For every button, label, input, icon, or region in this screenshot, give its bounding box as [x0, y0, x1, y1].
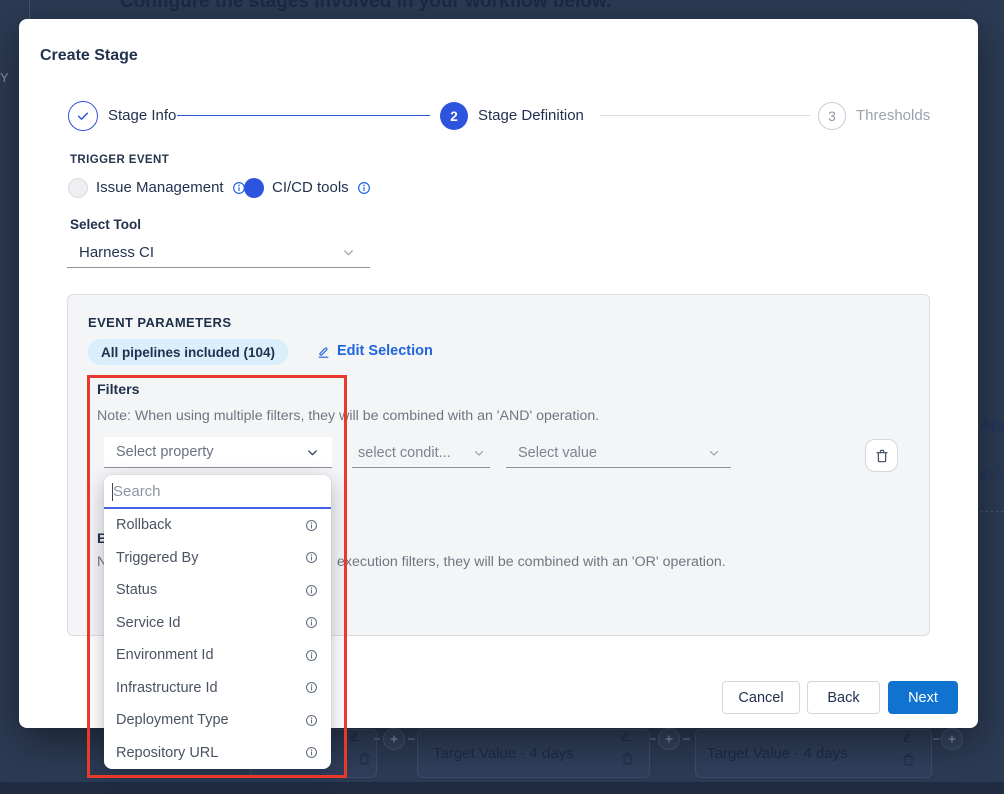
background-right-text-fragment-1: App — [980, 416, 1004, 433]
radio-option-issue-management[interactable]: Issue Management — [68, 178, 246, 198]
stepper-step-thresholds[interactable]: 3 Thresholds — [818, 102, 930, 130]
filter-value-placeholder: Select value — [518, 445, 597, 461]
trash-icon — [357, 751, 372, 766]
stepper-connector — [600, 115, 810, 116]
chevron-down-icon — [341, 245, 356, 260]
trigger-event-label: TRIGGER EVENT — [70, 154, 169, 166]
edit-icon — [348, 730, 360, 742]
stepper-step-stage-definition[interactable]: 2 Stage Definition — [440, 102, 584, 130]
add-stage-button — [383, 728, 405, 750]
add-stage-button — [941, 728, 963, 750]
workflow-connector — [374, 738, 380, 740]
edit-selection-label: Edit Selection — [337, 343, 433, 359]
edit-icon — [619, 730, 631, 742]
pipelines-included-badge: All pipelines included (104) — [88, 339, 288, 365]
next-button[interactable]: Next — [888, 681, 958, 714]
step-1-indicator — [68, 101, 98, 131]
event-parameters-title: EVENT PARAMETERS — [88, 315, 231, 330]
workflow-connector — [933, 738, 940, 740]
stepper-step-stage-info[interactable]: Stage Info — [68, 101, 176, 131]
filter-condition-placeholder: select condit... — [358, 445, 451, 461]
annotation-highlight-box — [87, 375, 347, 778]
workflow-card: Target Value - 4 days — [417, 729, 650, 778]
background-heading: Configure the stages involved in your wo… — [120, 0, 611, 13]
background-right-text-fragment-2: et V — [980, 466, 1004, 483]
step-2-indicator: 2 — [440, 102, 468, 130]
edit-icon — [316, 344, 331, 359]
trash-icon — [874, 448, 890, 464]
background-footer-strip — [0, 782, 1004, 794]
radio-label: CI/CD tools — [272, 178, 349, 198]
workflow-card-label: Target Value - 4 days — [707, 730, 931, 777]
workflow-card-label: Target Value - 4 days — [433, 730, 649, 777]
radio-option-cicd-tools[interactable]: CI/CD tools — [244, 178, 371, 198]
background-dashed-connector — [980, 511, 1004, 512]
workflow-connector — [683, 738, 690, 740]
modal-title: Create Stage — [40, 47, 138, 65]
trash-icon — [901, 752, 916, 767]
trash-icon — [620, 751, 635, 766]
edit-icon — [901, 731, 913, 743]
workflow-connector — [408, 738, 415, 740]
check-icon — [75, 108, 91, 124]
step-2-label: Stage Definition — [478, 107, 584, 125]
execution-filters-note-fragment-right: execution filters, they will be combined… — [337, 554, 726, 570]
workflow-card: Target Value - 4 days — [695, 729, 932, 778]
stepper-connector — [177, 115, 430, 116]
workflow-connector — [650, 738, 656, 740]
screen: Configure the stages involved in your wo… — [0, 0, 1004, 794]
remove-filter-button[interactable] — [865, 439, 898, 472]
step-1-label: Stage Info — [108, 107, 176, 125]
filter-condition-select[interactable]: select condit... — [352, 438, 490, 468]
step-3-label: Thresholds — [856, 107, 930, 125]
back-button[interactable]: Back — [807, 681, 880, 714]
add-stage-button — [658, 728, 680, 750]
select-tool-label: Select Tool — [70, 217, 141, 232]
info-icon[interactable] — [357, 181, 371, 195]
chevron-down-icon — [707, 446, 721, 460]
filter-value-select[interactable]: Select value — [506, 438, 731, 468]
select-tool-dropdown[interactable]: Harness CI — [67, 238, 370, 268]
background-left-text-fragment: Y — [0, 70, 9, 85]
step-3-indicator: 3 — [818, 102, 846, 130]
cancel-button[interactable]: Cancel — [722, 681, 800, 714]
radio-unselected[interactable] — [68, 178, 88, 198]
select-tool-value: Harness CI — [79, 244, 154, 261]
edit-selection-link[interactable]: Edit Selection — [316, 343, 433, 359]
radio-selected[interactable] — [244, 178, 264, 198]
chevron-down-icon — [472, 446, 486, 460]
radio-label: Issue Management — [96, 178, 224, 198]
background-divider — [29, 0, 30, 19]
